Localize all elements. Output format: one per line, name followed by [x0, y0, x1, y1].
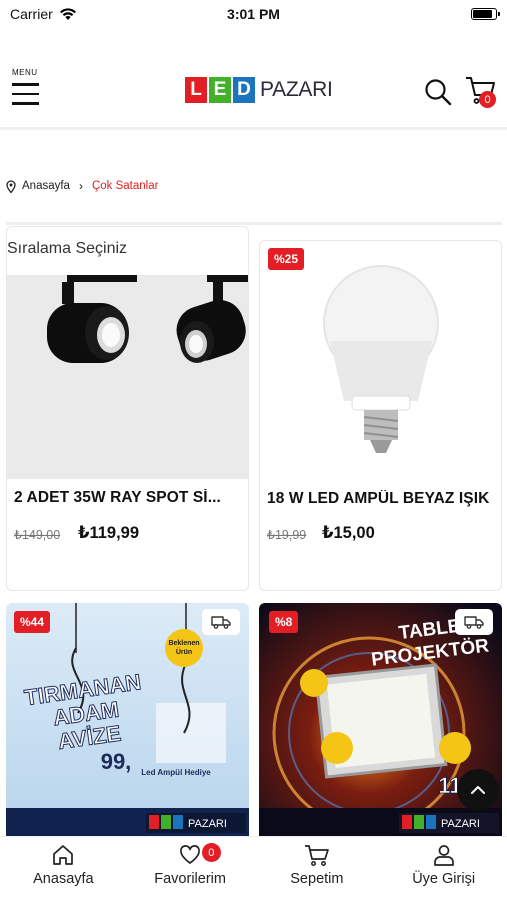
status-bar: Carrier 3:01 PM: [0, 0, 507, 28]
home-icon: [53, 845, 74, 865]
tab-login[interactable]: Üye Girişi: [380, 837, 507, 900]
chevron-right-icon: ›: [78, 179, 83, 193]
product-old-price: ₺149,00: [14, 528, 61, 542]
banner-footer-logo: PAZARI: [441, 818, 480, 830]
breadcrumb-current: Çok Satanlar: [91, 180, 159, 192]
tab-favorites[interactable]: 0 Favorilerim: [127, 837, 254, 900]
cart-button[interactable]: 0: [464, 74, 498, 108]
bottom-tab-bar: Anasayfa 0 Favorilerim Sepetim Üye Giriş…: [0, 836, 507, 900]
clock: 3:01 PM: [227, 6, 280, 22]
breadcrumb: Anasayfa › Çok Satanlar: [6, 179, 158, 193]
breadcrumb-divider: [6, 222, 502, 225]
banner-sticker-2: Ürün: [176, 647, 192, 656]
banner-sticker: Beklenen: [168, 640, 199, 647]
tab-cart[interactable]: Sepetim: [254, 837, 381, 900]
chevron-up-icon: [471, 786, 485, 794]
product-price: ₺15,00: [322, 524, 375, 542]
discount-badge: %8: [269, 611, 299, 633]
discount-badge: %25: [268, 248, 305, 270]
product-card[interactable]: 2 ADET 35W RAY SPOT Sİ... ₺149,00 ₺119,9…: [6, 226, 249, 591]
truck-icon: [211, 616, 231, 629]
logo-word: PAZARI: [260, 78, 333, 101]
product-card[interactable]: Beklenen Ürün TIRMANAN ADAM AVİZE 99, Le…: [6, 603, 249, 843]
hamburger-icon: [12, 83, 39, 86]
banner-price: 99,: [101, 749, 132, 774]
hamburger-line: [12, 102, 39, 105]
tab-home-label: Anasayfa: [33, 871, 94, 887]
product-name[interactable]: 18 W LED AMPÜL BEYAZ IŞIK: [267, 490, 499, 508]
tab-home[interactable]: Anasayfa: [0, 837, 127, 900]
product-name[interactable]: 2 ADET 35W RAY SPOT Sİ...: [14, 489, 242, 507]
free-shipping-badge: [455, 609, 493, 635]
brand-logo[interactable]: L E D PAZARI: [185, 76, 333, 104]
product-image[interactable]: [260, 241, 501, 471]
menu-button[interactable]: MENU: [12, 68, 42, 118]
app-header: MENU L E D PAZARI 0: [0, 56, 507, 126]
menu-label: MENU: [12, 68, 38, 77]
product-image[interactable]: Beklenen Ürün TIRMANAN ADAM AVİZE 99, Le…: [6, 603, 249, 843]
user-icon: [433, 845, 454, 866]
hamburger-line: [12, 92, 39, 95]
breadcrumb-home-link[interactable]: Anasayfa: [22, 180, 70, 192]
cart-icon: [304, 845, 329, 866]
led-bulb-image: [323, 265, 439, 453]
banner-footer-logo: PAZARI: [188, 818, 227, 830]
product-image[interactable]: [7, 275, 248, 479]
heart-icon: [180, 845, 201, 864]
tab-login-label: Üye Girişi: [412, 871, 476, 887]
discount-badge: %44: [14, 611, 51, 633]
header-divider: [0, 127, 507, 130]
cart-count-badge: 0: [479, 91, 496, 108]
search-icon: [425, 79, 452, 106]
truck-icon: [464, 616, 484, 629]
logo-letter-e: E: [209, 77, 231, 103]
tab-favorites-label: Favorilerim: [154, 871, 226, 887]
tab-cart-label: Sepetim: [290, 871, 344, 887]
climbing-man-chandelier-banner: Beklenen Ürün TIRMANAN ADAM AVİZE 99, Le…: [6, 603, 249, 843]
sort-select[interactable]: Sıralama Seçiniz: [7, 240, 128, 258]
banner-gift: Led Ampül Hediye: [141, 768, 211, 777]
track-spotlight-image: [47, 275, 248, 363]
scroll-to-top-button[interactable]: [457, 769, 499, 811]
product-card[interactable]: %25 18 W LED AMPÜL BEYAZ IŞIK ₺19,99 ₺15…: [259, 240, 502, 591]
product-old-price: ₺19,99: [267, 528, 307, 542]
logo-letter-d: D: [233, 77, 255, 103]
logo-letter-l: L: [185, 77, 207, 103]
location-pin-icon: [6, 179, 16, 193]
free-shipping-badge: [202, 609, 240, 635]
favorites-count-badge: 0: [201, 843, 221, 862]
product-price: ₺119,99: [78, 524, 140, 542]
search-button[interactable]: [424, 78, 452, 106]
battery-icon: [471, 8, 500, 20]
